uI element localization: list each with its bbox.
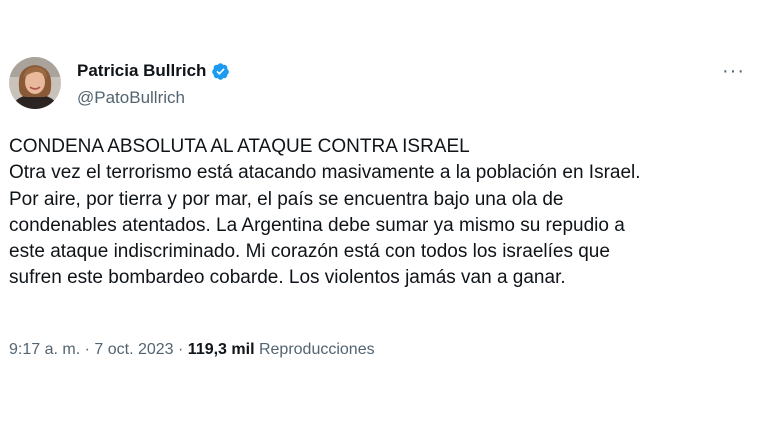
author-handle[interactable]: @PatoBullrich [77,88,185,108]
avatar[interactable] [9,57,61,109]
views-count: 119,3 mil [187,341,255,358]
verified-badge-icon [211,62,230,81]
tweet-meta: 9:17 a. m. · 7 oct. 2023 · 119,3 mil Rep… [9,341,375,359]
tweet-text: CONDENA ABSOLUTA AL ATAQUE CONTRA ISRAEL… [9,134,759,292]
tweet-date[interactable]: 7 oct. 2023 [94,341,173,358]
author-display-name[interactable]: Patricia Bullrich [77,61,206,81]
tweet-time[interactable]: 9:17 a. m. [9,341,80,358]
meta-separator: · [178,341,184,358]
more-options-icon[interactable]: ··· [722,60,745,83]
tweet-text-line: sufren este bombardeo cobarde. Los viole… [9,267,566,289]
meta-separator: · [84,341,90,358]
tweet-text-line: Por aire, por tierra y por mar, el país … [9,188,564,210]
avatar-image [9,57,61,109]
tweet-text-line: CONDENA ABSOLUTA AL ATAQUE CONTRA ISRAEL [9,136,470,157]
tweet-card: Patricia Bullrich @PatoBullrich ··· COND… [0,0,768,432]
views-label: Reproducciones [258,341,375,358]
author-name-row: Patricia Bullrich [77,61,230,81]
tweet-text-line: Otra vez el terrorismo está atacando mas… [9,162,641,184]
tweet-text-line: condenables atentados. La Argentina debe… [9,214,625,236]
tweet-text-line: este ataque indiscriminado. Mi corazón e… [9,241,610,263]
